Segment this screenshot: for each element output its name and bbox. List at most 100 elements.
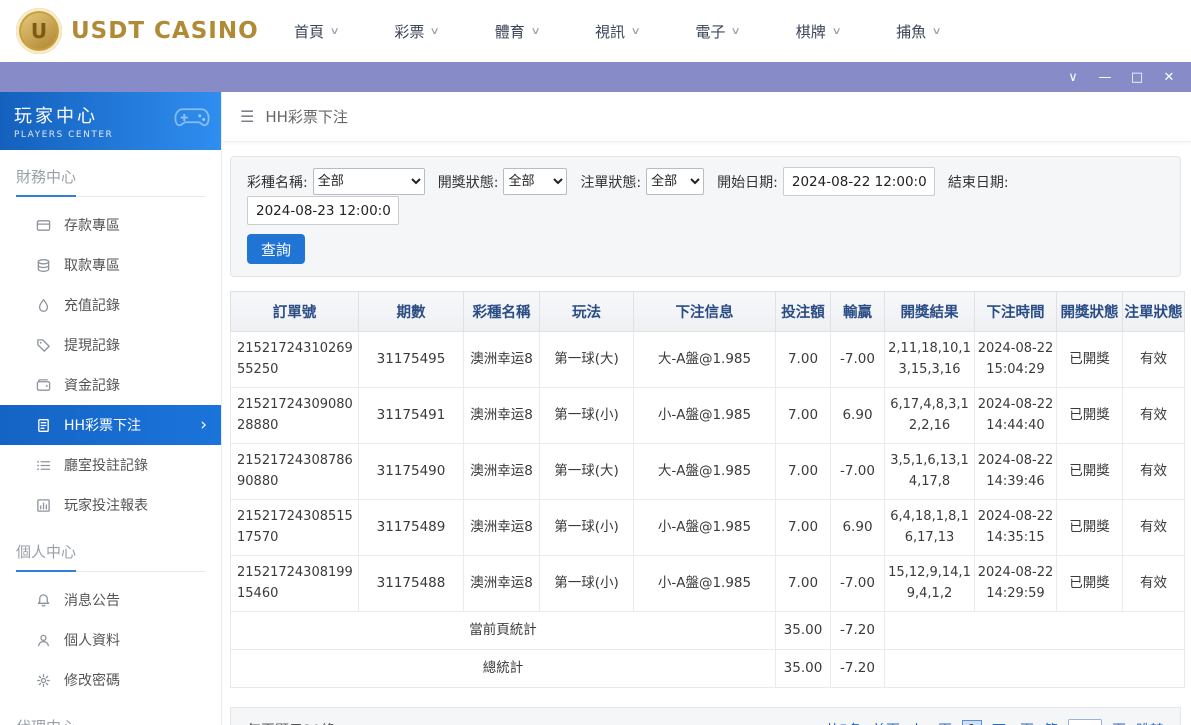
summary-row-grand-total: 總統計35.00-7.20 [231, 650, 1185, 688]
table-row: 215217243081991546031175488澳洲幸运8第一球(小)小-… [231, 556, 1185, 612]
collapse-icon[interactable]: ∨ [1065, 71, 1081, 84]
cell-draw-status: 已開獎 [1057, 388, 1123, 444]
nav-item-chess[interactable]: 棋牌∨ [796, 21, 840, 42]
chevron-down-icon: ∨ [631, 26, 641, 37]
cell-bet-status: 有效 [1123, 444, 1185, 500]
sidebar-item-withdrawal-records[interactable]: 提現記錄 [0, 325, 221, 365]
table-row: 215217243090802888031175491澳洲幸运8第一球(小)小-… [231, 388, 1185, 444]
minimize-icon[interactable]: — [1097, 71, 1113, 84]
maximize-icon[interactable]: □ [1129, 71, 1145, 84]
chevron-down-icon: ∨ [932, 26, 942, 37]
end-date-input[interactable] [247, 196, 399, 225]
cell-draw-result: 2,11,18,10,13,15,3,16 [885, 332, 975, 388]
site-logo[interactable]: U USDT CASINO [16, 8, 264, 54]
cell-bet-time: 2024-08-22 15:04:29 [975, 332, 1057, 388]
chevron-down-icon: ∨ [731, 26, 741, 37]
filter-panel: 彩種名稱: 全部 開獎狀態: 全部 注單狀態: 全部 開始日期: 結束日期: [230, 156, 1181, 277]
table-row: 215217243085151757031175489澳洲幸运8第一球(小)小-… [231, 500, 1185, 556]
jump-suffix-label: 页 [1112, 720, 1126, 725]
draw-status-filter-select[interactable]: 全部 [503, 168, 567, 195]
cell-lottery-name: 澳洲幸运8 [464, 556, 540, 612]
start-date-input[interactable] [783, 167, 935, 196]
sidebar-header: 玩家中心 PLAYERS CENTER [0, 92, 221, 150]
nav-item-live-video[interactable]: 視訊∨ [595, 21, 639, 42]
cell-bet-status: 有效 [1123, 500, 1185, 556]
sidebar-item-withdraw-zone[interactable]: 取款專區 [0, 245, 221, 285]
chevron-down-icon: ∨ [530, 26, 540, 37]
current-page-indicator[interactable]: 1 [962, 720, 982, 725]
jump-button[interactable]: 跳转 [1136, 720, 1164, 725]
logo-text: USDT CASINO [71, 18, 259, 44]
main-content: ☰ HH彩票下注 彩種名稱: 全部 開獎狀態: 全部 注單狀態: 全部 [222, 92, 1191, 725]
col-header-draw-status: 開獎狀態 [1057, 292, 1123, 332]
col-header-bet-info: 下注信息 [634, 292, 776, 332]
sidebar-item-recharge-records[interactable]: 充值記錄 [0, 285, 221, 325]
nav-item-home[interactable]: 首頁∨ [294, 21, 338, 42]
sidebar-item-player-bet-report[interactable]: 玩家投注報表 [0, 485, 221, 525]
cell-order-number: 2152172430851517570 [231, 500, 359, 556]
gamepad-icon [173, 106, 211, 132]
sidebar-item-profile[interactable]: 個人資料 [0, 620, 221, 660]
table-header-row: 訂單號期數彩種名稱玩法下注信息投注額輸贏開獎結果下注時間開獎狀態注單狀態 [231, 292, 1185, 332]
cell-period: 31175490 [359, 444, 464, 500]
sidebar-item-funds-records[interactable]: 資金記錄 [0, 365, 221, 405]
nav-item-sports[interactable]: 體育∨ [495, 21, 539, 42]
droplet-icon [36, 298, 51, 313]
table-row: 215217243087869088031175490澳洲幸运8第一球(大)大-… [231, 444, 1185, 500]
close-icon[interactable]: ✕ [1161, 71, 1177, 84]
col-header-lottery-name: 彩種名稱 [464, 292, 540, 332]
cell-bet-info: 小-A盤@1.985 [634, 500, 776, 556]
cell-win-loss: -7.00 [831, 332, 885, 388]
col-header-play-type: 玩法 [540, 292, 634, 332]
next-page-link[interactable]: 下一页 [992, 720, 1034, 725]
top-nav: 首頁∨ 彩票∨ 體育∨ 視訊∨ 電子∨ 棋牌∨ 捕魚∨ [294, 21, 940, 42]
cell-bet-status: 有效 [1123, 556, 1185, 612]
cell-play-type: 第一球(小) [540, 500, 634, 556]
col-header-period: 期數 [359, 292, 464, 332]
sidebar-item-announcements[interactable]: 消息公告 [0, 580, 221, 620]
menu-icon[interactable]: ☰ [240, 107, 254, 126]
chevron-down-icon: ∨ [430, 26, 440, 37]
prev-page-link[interactable]: 上一页 [910, 720, 952, 725]
coins-icon [36, 258, 51, 273]
cell-lottery-name: 澳洲幸运8 [464, 388, 540, 444]
tag-icon [36, 338, 51, 353]
cell-order-number: 2152172430878690880 [231, 444, 359, 500]
summary-bet-total: 35.00 [776, 612, 831, 650]
sidebar-item-hall-bet-records[interactable]: 廳室投註記錄 [0, 445, 221, 485]
page-title: HH彩票下注 [265, 106, 348, 127]
cell-order-number: 2152172431026955250 [231, 332, 359, 388]
sidebar-item-hh-lottery-bets[interactable]: HH彩票下注› [0, 405, 221, 445]
cell-draw-status: 已開獎 [1057, 332, 1123, 388]
summary-label: 當前頁統計 [231, 612, 776, 650]
lottery-filter-select[interactable]: 全部 [313, 168, 425, 195]
cell-draw-status: 已開獎 [1057, 444, 1123, 500]
page-jump-input[interactable] [1068, 719, 1102, 725]
cell-win-loss: -7.00 [831, 444, 885, 500]
section-label-personal-center: 個人中心 [0, 525, 221, 572]
gear-icon [36, 673, 51, 688]
chevron-down-icon: ∨ [831, 26, 841, 37]
nav-item-lottery[interactable]: 彩票∨ [394, 21, 438, 42]
bet-status-filter-select[interactable]: 全部 [646, 168, 704, 195]
chevron-right-icon: › [200, 417, 211, 434]
nav-item-slots[interactable]: 電子∨ [695, 21, 739, 42]
total-count-label: 共5条 [825, 720, 862, 725]
sidebar-item-change-password[interactable]: 修改密碼 [0, 660, 221, 700]
sidebar: 玩家中心 PLAYERS CENTER 財務中心存款專區取款專區充值記錄提現記錄… [0, 92, 222, 725]
nav-item-fishing[interactable]: 捕魚∨ [896, 21, 940, 42]
cell-draw-result: 6,4,18,1,8,16,17,13 [885, 500, 975, 556]
query-button[interactable]: 查詢 [247, 234, 305, 264]
lottery-filter-label: 彩種名稱: [247, 172, 308, 192]
bet-table: 訂單號期數彩種名稱玩法下注信息投注額輸贏開獎結果下注時間開獎狀態注單狀態 215… [230, 291, 1185, 688]
table-body: 215217243102695525031175495澳洲幸运8第一球(大)大-… [231, 332, 1185, 688]
cell-bet-info: 小-A盤@1.985 [634, 388, 776, 444]
col-header-draw-result: 開獎結果 [885, 292, 975, 332]
cell-period: 31175491 [359, 388, 464, 444]
summary-label: 總統計 [231, 650, 776, 688]
first-page-link[interactable]: 首页 [872, 720, 900, 725]
cell-bet-info: 大-A盤@1.985 [634, 444, 776, 500]
bet-status-filter-label: 注單狀態: [580, 172, 641, 192]
cell-draw-result: 15,12,9,14,19,4,1,2 [885, 556, 975, 612]
sidebar-item-deposit-zone[interactable]: 存款專區 [0, 205, 221, 245]
